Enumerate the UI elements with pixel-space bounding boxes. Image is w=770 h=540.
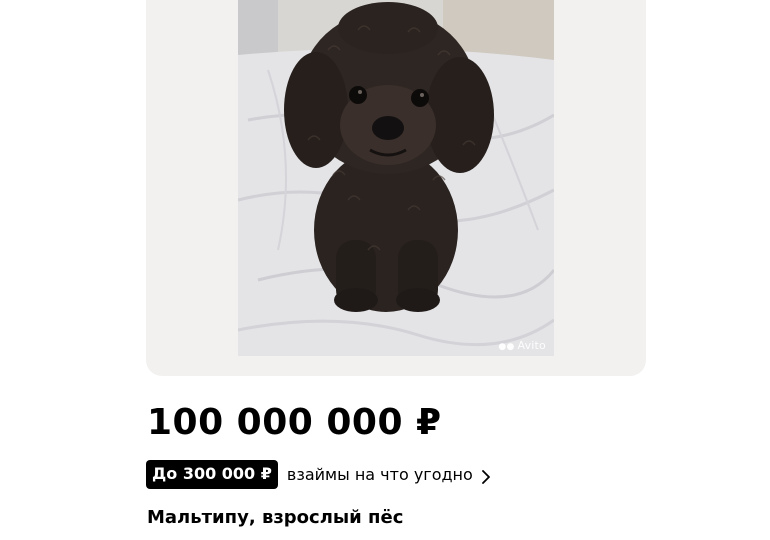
avito-logo-icon: ●●: [498, 342, 515, 352]
watermark-text: Avito: [517, 339, 546, 352]
listing-title[interactable]: Мальтипу, взрослый пёс: [147, 507, 403, 528]
loan-offer-link[interactable]: До 300 000 ₽ взаймы на что угодно: [146, 459, 491, 489]
loan-amount-badge: До 300 000 ₽: [146, 459, 278, 489]
avito-watermark: ●● Avito: [498, 339, 546, 352]
image-gallery[interactable]: ●● Avito: [146, 0, 646, 376]
loan-offer-text: взаймы на что угодно: [286, 464, 473, 484]
dog-photo[interactable]: ●● Avito: [238, 0, 554, 356]
chevron-right-icon: [481, 469, 491, 484]
price: 100 000 000 ₽: [147, 402, 442, 443]
listing-card: ●● Avito 100 000 000 ₽ До 300 000 ₽ взайм…: [0, 0, 770, 540]
